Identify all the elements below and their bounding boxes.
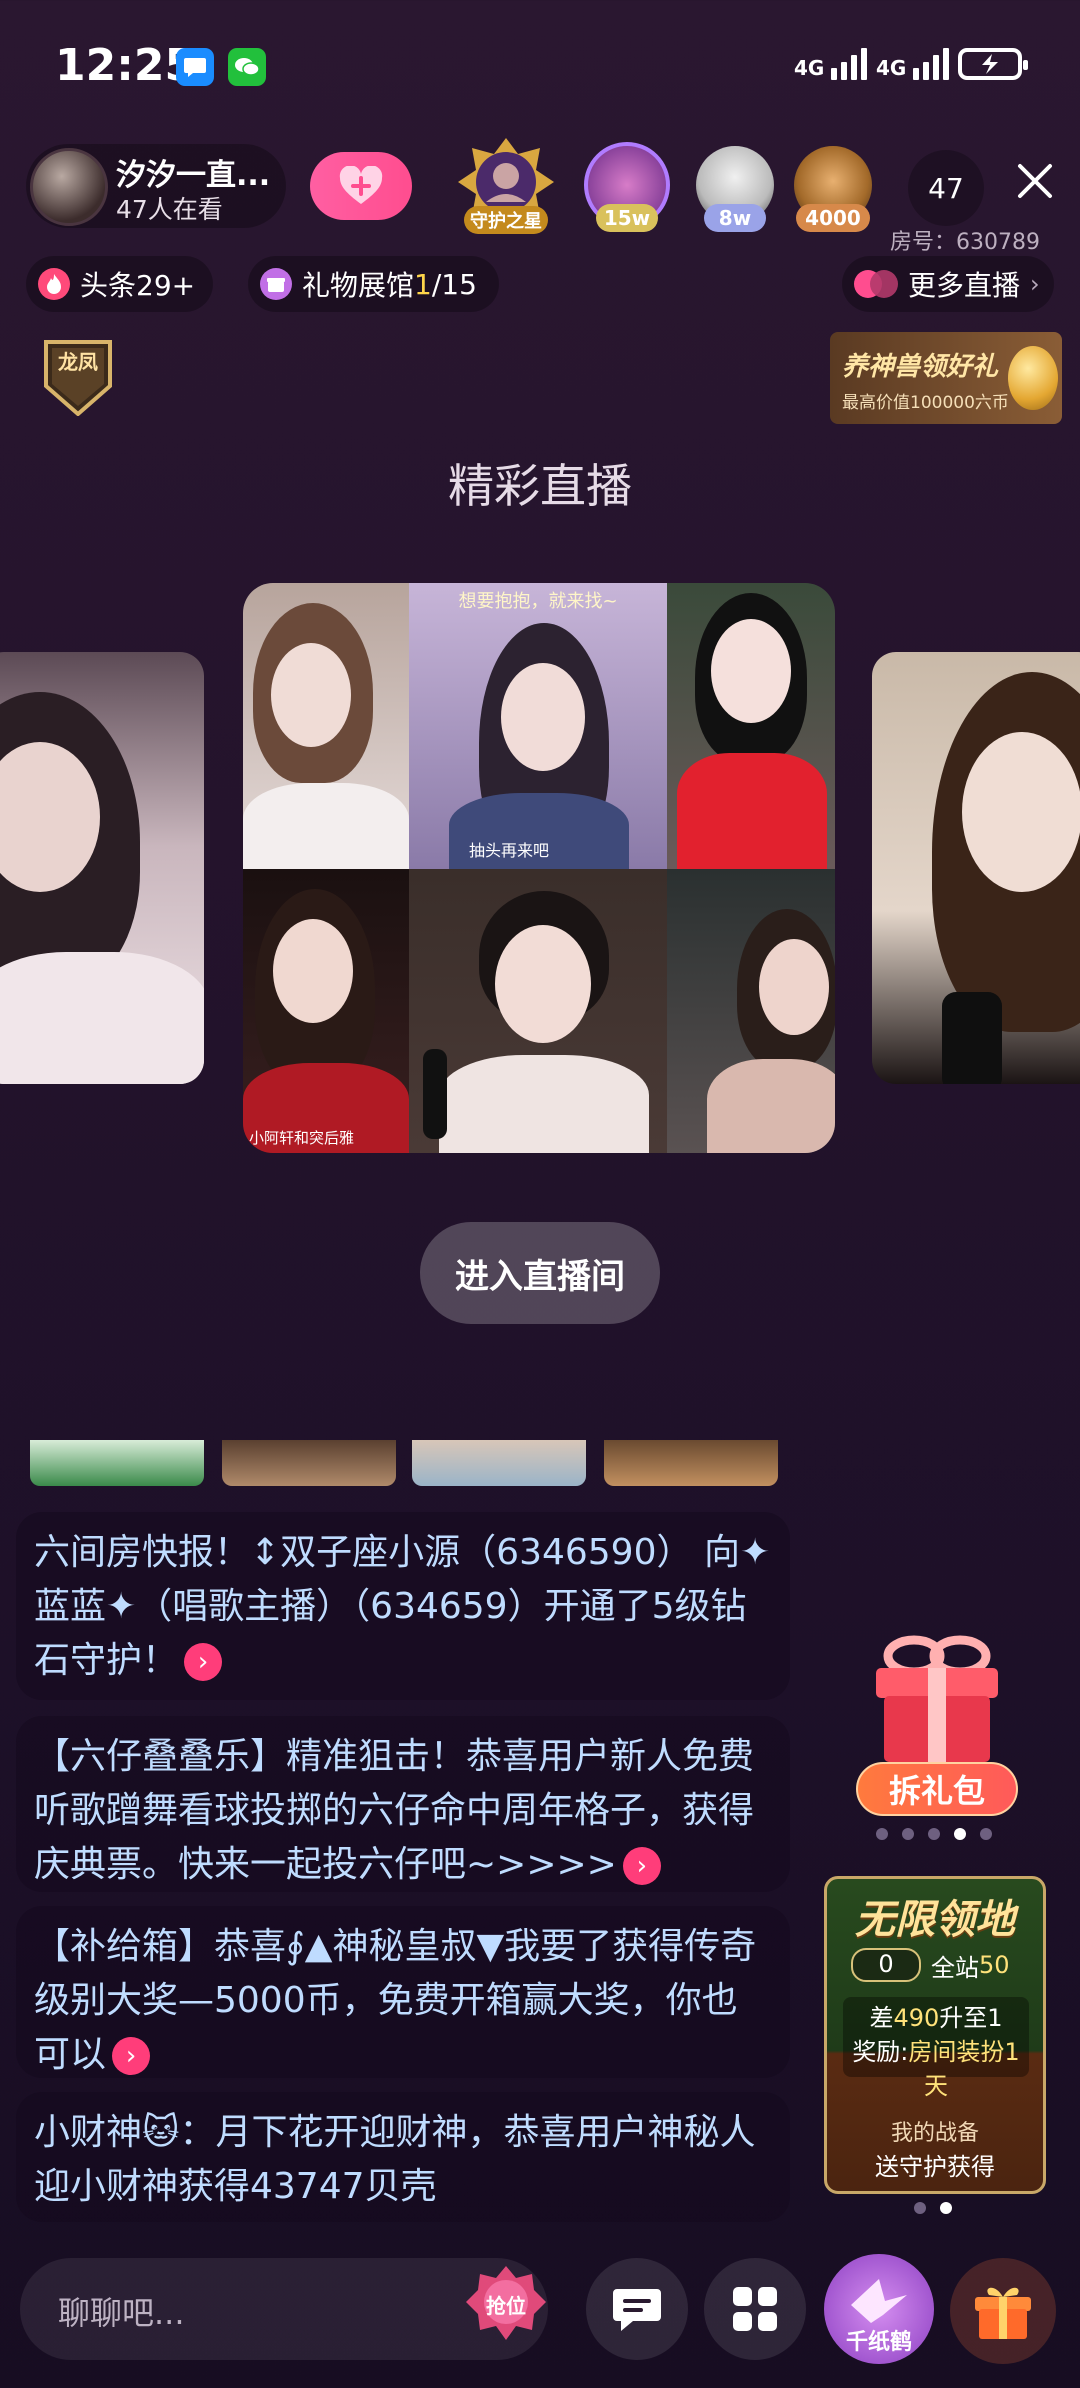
live-card-right[interactable] (872, 652, 1080, 1084)
gift-box-icon[interactable] (868, 1630, 1006, 1768)
card-caption-mid: 抽头再来吧 (469, 841, 550, 860)
dragon-badge-label: 龙凤 (58, 350, 98, 374)
territory-score: 0 (851, 1948, 921, 1982)
chevron-right-icon[interactable]: › (184, 1643, 223, 1681)
chevron-right-icon[interactable]: › (622, 1847, 661, 1885)
paper-crane-button[interactable]: 千纸鹤 (824, 2254, 934, 2364)
territory-site-value: 50 (979, 1951, 1010, 1979)
chat-message[interactable]: 【六仔叠叠乐】精准狙击！恭喜用户新人免费听歌蹭舞看球投掷的六仔命中周年格子，获得… (16, 1716, 790, 1892)
territory-panel[interactable]: 无限领地 0 全站 50 差490升至1 奖励:房间装扮1天 我的战备 送守护获得 (824, 1876, 1046, 2194)
open-gift-button[interactable]: 拆礼包 (856, 1762, 1018, 1816)
more-menu-button[interactable] (704, 2258, 806, 2360)
chat-input-placeholder: 聊聊吧... (58, 2294, 185, 2332)
thumbnail-4[interactable] (604, 1440, 778, 1486)
headline-label: 头条29+ (80, 269, 196, 302)
top-user-guardian[interactable]: 守护之星 (456, 136, 556, 236)
promo-subtitle: 最高价值100000六币 (842, 393, 1009, 413)
top-user-4[interactable]: 4000 (792, 146, 874, 238)
reward-prefix: 奖励: (852, 2038, 909, 2066)
top-user-tag: 守护之星 (464, 206, 548, 234)
microphone-icon (423, 1049, 447, 1139)
chat-bubble-icon (613, 2289, 661, 2331)
chat-message-text: 六间房快报！↕双子座小源（6346590） 向✦蓝蓝✦（唱歌主播）（634659… (34, 1532, 771, 1681)
viewer-count-button[interactable]: 47 (908, 150, 984, 226)
chevron-right-icon[interactable]: › (112, 2037, 151, 2075)
gift-button[interactable] (950, 2258, 1056, 2364)
gift-pager-dots (876, 1828, 992, 1840)
more-live-chip[interactable]: 更多直播 › (842, 256, 1054, 312)
gift-icon (975, 2287, 1031, 2339)
status-time: 12:25 (55, 40, 196, 91)
host-avatar[interactable] (30, 148, 108, 226)
thumbnail-2[interactable] (222, 1440, 396, 1486)
gift-hall-icon (260, 268, 292, 300)
gift-hall-chip[interactable]: 礼物展馆 1/15 (248, 256, 499, 312)
heart-plus-icon (339, 166, 383, 204)
card-caption-bottom-left: 小阿轩和突后雅 (249, 1129, 355, 1147)
fire-icon (38, 268, 70, 300)
top-user-tag: 8w (704, 204, 766, 232)
diff-prefix: 差 (869, 2004, 894, 2032)
wechat-icon (228, 48, 266, 86)
live-cell-4: 小阿轩和突后雅 (243, 869, 409, 1153)
follow-button[interactable] (310, 152, 412, 220)
close-icon[interactable] (1010, 160, 1060, 210)
territory-footer1: 我的战备 (890, 2121, 979, 2146)
headline-chip[interactable]: 头条29+ (26, 256, 214, 312)
live-cell-3 (667, 583, 835, 869)
gift-hall-label: 礼物展馆 (302, 269, 415, 302)
thumbnail-3[interactable] (412, 1440, 586, 1486)
signal-strength-1: 4G (794, 44, 868, 80)
territory-score-row: 0 全站 50 (851, 1948, 1023, 1982)
territory-progress: 差490升至1 奖励:房间装扮1天 (843, 1997, 1029, 2100)
gift-hall-total: /15 (431, 267, 477, 301)
crane-label: 千纸鹤 (845, 2330, 912, 2355)
host-name[interactable]: 汐汐一直... (116, 150, 270, 194)
live-card-left[interactable] (0, 652, 204, 1084)
chat-message[interactable]: 【补给箱】恭喜∮▲神秘皇叔▼我要了获得传奇级别大奖—5000币，免费开箱赢大奖，… (16, 1906, 790, 2078)
top-user-tag: 4000 (796, 204, 870, 232)
enter-live-room-button[interactable]: 进入直播间 (420, 1222, 660, 1324)
live-cell-5 (409, 869, 667, 1153)
room-id: 房号：630789 (890, 230, 1040, 255)
top-user-tag: 15w (596, 204, 658, 232)
chat-message-text: 小财神🐱：月下花开迎财神，恭喜用户神秘人迎小财神获得43747贝壳 (34, 2112, 756, 2207)
more-live-icon (854, 270, 898, 298)
chevron-right-icon: › (1030, 270, 1040, 298)
grid-icon (733, 2287, 777, 2331)
promo-title: 养神兽领好礼 (842, 352, 999, 382)
territory-footer2: 送守护获得 (875, 2153, 995, 2181)
grab-seat-button[interactable]: 抢位 (464, 2262, 548, 2358)
message-app-icon (176, 48, 214, 86)
battery-charging-icon (958, 48, 1028, 80)
territory-site-label: 全站 (931, 1953, 979, 1982)
paper-crane-icon (851, 2279, 907, 2323)
live-cell-2: 想要抱抱，就来找~ 抽头再来吧 (409, 583, 667, 869)
territory-pager-dots (914, 2202, 952, 2214)
signal-strength-2: 4G (876, 44, 950, 80)
section-title: 精彩直播 (448, 459, 632, 513)
live-cell-1 (243, 583, 409, 869)
reward-value: 房间装扮1天 (908, 2038, 1020, 2100)
more-live-label: 更多直播 (908, 269, 1021, 302)
live-grid-card[interactable]: 想要抱抱，就来找~ 抽头再来吧 小阿轩和突后雅 (243, 583, 835, 1153)
chat-message[interactable]: 小财神🐱：月下花开迎财神，恭喜用户神秘人迎小财神获得43747贝壳 (16, 2092, 790, 2222)
golden-egg-icon (1008, 346, 1058, 410)
top-user-2[interactable]: 15w (582, 142, 672, 238)
card-caption-top: 想要抱抱，就来找~ (458, 591, 618, 612)
pet-promo-banner[interactable]: 养神兽领好礼 最高价值100000六币 (830, 332, 1062, 424)
diff-value: 490 (893, 2004, 940, 2032)
diff-suffix: 升至1 (939, 2004, 1003, 2032)
seat-label: 抢位 (486, 2294, 526, 2318)
gift-hall-current: 1 (414, 267, 432, 301)
host-viewer-count: 47人在看 (116, 195, 223, 224)
live-cell-6 (667, 869, 835, 1153)
dragon-phoenix-badge[interactable]: 龙凤 (42, 338, 114, 417)
thumbnail-1[interactable] (30, 1440, 204, 1486)
danmaku-button[interactable] (586, 2258, 688, 2360)
chat-message[interactable]: 六间房快报！↕双子座小源（6346590） 向✦蓝蓝✦（唱歌主播）（634659… (16, 1512, 790, 1700)
top-user-3[interactable]: 8w (694, 146, 776, 238)
territory-title: 无限领地 (855, 1897, 1015, 1943)
